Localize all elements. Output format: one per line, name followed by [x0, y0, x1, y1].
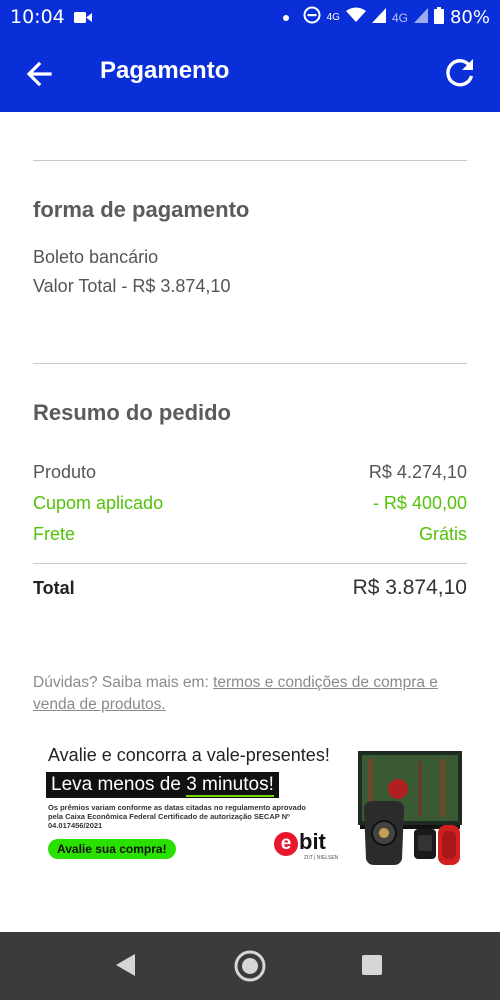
network-type-label: 4G [326, 12, 340, 23]
summary-total-row: Total R$ 3.874,10 [33, 576, 467, 600]
back-button[interactable] [22, 57, 56, 91]
summary-row-shipping: Frete Grátis [33, 524, 467, 545]
summary-row-product: Produto R$ 4.274,10 [33, 462, 467, 483]
video-record-icon [74, 11, 92, 29]
banner-strip-prefix: Leva menos de [51, 774, 187, 795]
battery-percent: 80% [449, 7, 490, 28]
battery-icon [433, 6, 444, 29]
summary-section-title: Resumo do pedido [33, 400, 231, 425]
refresh-icon [446, 59, 474, 87]
wifi-icon [345, 7, 366, 28]
total-value: R$ 3.874,10 [352, 576, 467, 599]
product-images [358, 751, 462, 865]
help-text: Dúvidas? Saiba mais em: termos e condiçõ… [33, 672, 473, 716]
divider-top [33, 160, 467, 161]
review-purchase-button[interactable]: Avalie sua compra! [48, 839, 176, 859]
signal-icon [371, 7, 386, 28]
summary-row-coupon: Cupom aplicado - R$ 400,00 [33, 493, 467, 514]
arrow-left-icon [26, 61, 52, 87]
banner-strip-highlight: 3 minutos! [186, 774, 274, 797]
summary-row-label: Frete [33, 524, 76, 544]
circle-home-icon [234, 950, 266, 982]
summary-row-value: R$ 4.274,10 [368, 462, 467, 482]
summary-row-label: Produto [33, 462, 97, 482]
triangle-back-icon [116, 954, 135, 976]
help-prefix: Dúvidas? Saiba mais em: [33, 674, 214, 691]
notification-dot-icon [282, 14, 289, 21]
app-bar: Pagamento [0, 35, 500, 112]
summary-row-label: Cupom aplicado [33, 493, 164, 513]
status-icons: 4G 4G 80% [282, 6, 490, 29]
summary-row-value: Grátis [418, 524, 467, 544]
nav-back-button[interactable] [113, 952, 137, 983]
banner-strip: Leva menos de 3 minutos! [46, 772, 279, 798]
square-recents-icon [362, 955, 382, 975]
nav-recent-apps-button[interactable] [361, 954, 383, 981]
status-bar: 10:04 4G 4G 80% [0, 0, 500, 35]
do-not-disturb-icon [303, 6, 321, 29]
divider-total [33, 563, 467, 564]
banner-fine-print: Os prêmios variam conforme as datas cita… [48, 803, 306, 830]
nav-home-button[interactable] [233, 949, 267, 988]
ebit-logo-subtitle: ZIIT | NIELSEN [304, 855, 339, 861]
payment-method: Boleto bancário [33, 247, 159, 267]
ebit-logo-text: bit [299, 829, 326, 854]
payment-section-title: forma de pagamento [33, 197, 250, 222]
page-title: Pagamento [100, 57, 230, 84]
payment-total-line: Valor Total - R$ 3.874,10 [33, 276, 231, 296]
refresh-button[interactable] [442, 55, 478, 91]
ebit-review-banner[interactable]: Avalie e concorra a vale-presentes! Leva… [42, 745, 467, 870]
ebit-logo: e bit [274, 829, 326, 856]
summary-row-value: - R$ 400,00 [372, 493, 467, 513]
banner-headline: Avalie e concorra a vale-presentes! [48, 745, 330, 765]
ebit-logo-e: e [274, 832, 298, 856]
divider-summary [33, 363, 467, 364]
system-nav-bar [0, 932, 500, 1000]
signal-icon-2 [413, 7, 428, 28]
network-type-label-2: 4G [391, 10, 408, 25]
total-label: Total [33, 577, 75, 598]
status-time: 10:04 [10, 6, 65, 28]
